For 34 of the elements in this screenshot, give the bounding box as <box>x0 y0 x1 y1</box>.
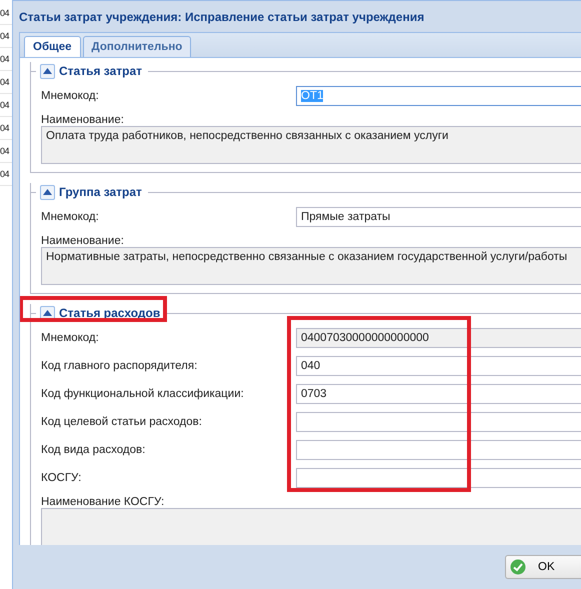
ok-button[interactable]: OK <box>505 555 581 579</box>
field-label: Наименование: <box>41 114 125 126</box>
field-label: Код главного распорядителя: <box>41 360 198 372</box>
field-label: Код вида расходов: <box>41 444 146 456</box>
field-label: Мнемокод: <box>41 211 100 223</box>
section-title: Группа затрат <box>59 185 142 199</box>
input-field[interactable] <box>296 468 581 488</box>
section-title: Статья затрат <box>59 64 142 78</box>
field-label: Код функциональной классификации: <box>41 388 245 400</box>
text-area[interactable]: Нормативные затраты, непосредственно связанные с оказанием государственной услуги/работы <box>41 247 581 285</box>
text-area[interactable]: Оплата труда работников, непосредственно связанных с оказанием услуги <box>41 126 581 164</box>
window-title: Статьи затрат учреждения: Исправление статьи затрат учреждения <box>18 8 426 26</box>
input-field[interactable]: Прямые затраты <box>296 207 581 227</box>
tab[interactable]: Дополнительно <box>82 36 192 57</box>
field-label: Мнемокод: <box>41 332 100 344</box>
collapse-button[interactable] <box>40 184 55 200</box>
input-field[interactable]: 04007030000000000000 <box>296 328 581 348</box>
field-label: Наименование: <box>41 235 125 247</box>
input-field[interactable]: 0703 <box>296 384 581 404</box>
section-title: Статья расходов <box>59 306 160 320</box>
text-area[interactable] <box>41 508 581 545</box>
tab[interactable]: Общее <box>24 36 81 57</box>
caret-icon <box>43 68 52 74</box>
input-field[interactable] <box>296 440 581 460</box>
field-label: КОСГУ: <box>41 472 82 484</box>
caret-icon <box>43 189 52 195</box>
field-label: Наименование КОСГУ: <box>41 496 166 508</box>
input-field[interactable] <box>296 412 581 432</box>
field-label: Мнемокод: <box>41 90 100 102</box>
check-icon <box>510 559 526 575</box>
caret-icon <box>43 310 52 316</box>
input-field[interactable]: 040 <box>296 356 581 376</box>
collapse-button[interactable] <box>40 64 55 78</box>
field-label: Код целевой статьи расходов: <box>41 416 203 428</box>
